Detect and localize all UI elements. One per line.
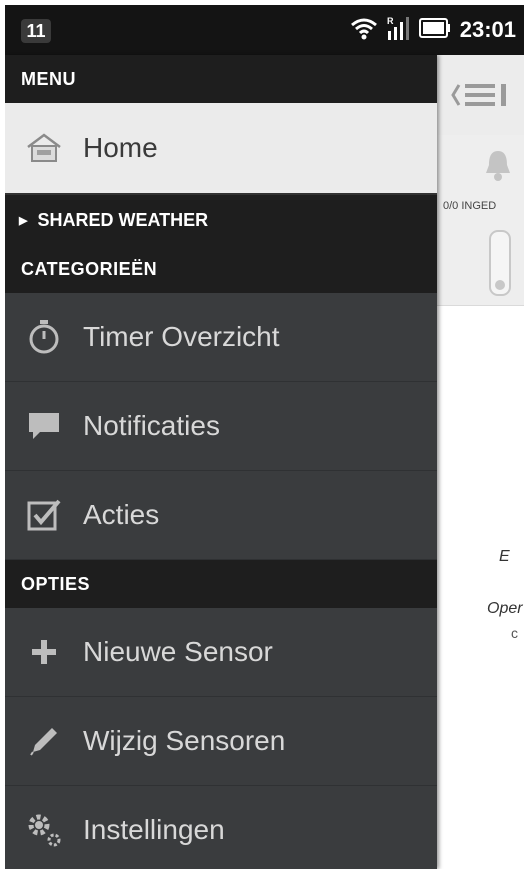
status-bar: 11 R 23:01: [5, 5, 524, 55]
plus-icon: [25, 633, 63, 671]
categories-header: CATEGORIEËN: [5, 245, 437, 293]
battery-icon: [418, 17, 452, 44]
drawer-item-label: Timer Overzicht: [83, 321, 280, 352]
drawer-item-label: Acties: [83, 499, 160, 530]
navigation-drawer: MENU Home ▶ SHARED WEATHER CATEGORIEËN T…: [5, 55, 437, 869]
wifi-icon: [350, 16, 378, 45]
house-icon: [25, 129, 63, 167]
drawer-item-label: Wijzig Sensoren: [83, 725, 286, 756]
speech-bubble-icon: [25, 407, 63, 445]
content-text-3: c: [511, 625, 518, 641]
notification-count-badge: 11: [21, 19, 51, 43]
action-bar: [437, 55, 524, 135]
signal-icon: R: [386, 15, 410, 46]
drawer-item-wijzig-sensoren[interactable]: Wijzig Sensoren: [5, 697, 437, 786]
content-text-1: E: [499, 548, 510, 565]
thermometer-icon: [489, 230, 511, 296]
content-text-2: Oper: [487, 600, 523, 617]
menu-header: MENU: [5, 55, 437, 103]
drawer-item-instellingen[interactable]: Instellingen: [5, 786, 437, 869]
bell-icon: [483, 149, 513, 188]
options-header: OPTIES: [5, 560, 437, 608]
drawer-item-timer-overzicht[interactable]: Timer Overzicht: [5, 293, 437, 382]
drawer-item-home[interactable]: Home: [5, 103, 437, 193]
gear-icon: [25, 811, 63, 849]
drawer-item-label: Notificaties: [83, 410, 220, 441]
screen: 11 R 23:01 0/0 INGED E Oper c MENU Home …: [5, 5, 524, 869]
drawer-item-notificaties[interactable]: Notificaties: [5, 382, 437, 471]
status-time: 23:01: [459, 17, 516, 42]
drawer-item-home-label: Home: [83, 132, 158, 163]
expand-triangle-icon: ▶: [19, 215, 28, 227]
drawer-item-nieuwe-sensor[interactable]: Nieuwe Sensor: [5, 608, 437, 697]
svg-text:R: R: [387, 16, 394, 26]
drawer-toggle-icon[interactable]: [449, 75, 509, 120]
pencil-icon: [25, 722, 63, 760]
drawer-item-label: Nieuwe Sensor: [83, 636, 273, 667]
shared-weather-toggle[interactable]: ▶ SHARED WEATHER: [5, 193, 437, 245]
drawer-item-label: Instellingen: [83, 814, 225, 845]
sensor-count-label: 0/0 INGED: [443, 200, 497, 212]
stopwatch-icon: [25, 318, 63, 356]
status-icons: R 23:01: [350, 15, 516, 45]
shared-weather-label: SHARED WEATHER: [37, 210, 209, 230]
main-content: 0/0 INGED E Oper c: [437, 55, 524, 869]
checkbox-icon: [25, 496, 63, 534]
drawer-item-acties[interactable]: Acties: [5, 471, 437, 560]
